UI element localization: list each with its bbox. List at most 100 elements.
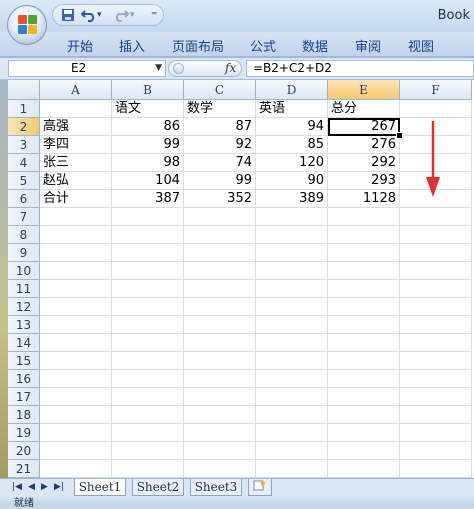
cell-e12[interactable] bbox=[328, 298, 400, 316]
cell-b15[interactable] bbox=[112, 352, 184, 370]
cell-e15[interactable] bbox=[328, 352, 400, 370]
row-header-4[interactable]: 4 bbox=[8, 154, 40, 172]
row-header-10[interactable]: 10 bbox=[8, 262, 40, 280]
cell-b17[interactable] bbox=[112, 388, 184, 406]
tab-review[interactable]: 审阅 bbox=[355, 36, 381, 55]
cell-f14[interactable] bbox=[400, 334, 472, 352]
row-header-7[interactable]: 7 bbox=[8, 208, 40, 226]
cell-e11[interactable] bbox=[328, 280, 400, 298]
cell-e17[interactable] bbox=[328, 388, 400, 406]
cell-b1[interactable]: 语文 bbox=[112, 100, 184, 118]
cell-e14[interactable] bbox=[328, 334, 400, 352]
save-icon[interactable] bbox=[61, 8, 75, 23]
cell-d13[interactable] bbox=[256, 316, 328, 334]
column-header-e[interactable]: E bbox=[328, 80, 400, 100]
cell-c21[interactable] bbox=[184, 460, 256, 478]
cell-b8[interactable] bbox=[112, 226, 184, 244]
cell-b11[interactable] bbox=[112, 280, 184, 298]
cell-a17[interactable] bbox=[40, 388, 112, 406]
cell-e16[interactable] bbox=[328, 370, 400, 388]
cell-e19[interactable] bbox=[328, 424, 400, 442]
cell-e13[interactable] bbox=[328, 316, 400, 334]
cell-f7[interactable] bbox=[400, 208, 472, 226]
cell-d11[interactable] bbox=[256, 280, 328, 298]
row-header-19[interactable]: 19 bbox=[8, 424, 40, 442]
cell-d9[interactable] bbox=[256, 244, 328, 262]
row-header-21[interactable]: 21 bbox=[8, 460, 40, 478]
cell-c1[interactable]: 数学 bbox=[184, 100, 256, 118]
cell-b13[interactable] bbox=[112, 316, 184, 334]
cell-a15[interactable] bbox=[40, 352, 112, 370]
cell-c3[interactable]: 92 bbox=[184, 136, 256, 154]
cell-a16[interactable] bbox=[40, 370, 112, 388]
row-header-13[interactable]: 13 bbox=[8, 316, 40, 334]
cell-a10[interactable] bbox=[40, 262, 112, 280]
cell-b7[interactable] bbox=[112, 208, 184, 226]
cell-c17[interactable] bbox=[184, 388, 256, 406]
cell-d12[interactable] bbox=[256, 298, 328, 316]
column-header-d[interactable]: D bbox=[256, 80, 328, 100]
cell-c15[interactable] bbox=[184, 352, 256, 370]
last-sheet-icon[interactable]: ▶| bbox=[54, 482, 64, 492]
sheet-tab-1[interactable]: Sheet1 bbox=[74, 479, 126, 496]
cell-c4[interactable]: 74 bbox=[184, 154, 256, 172]
tab-insert[interactable]: 插入 bbox=[119, 36, 145, 55]
row-header-12[interactable]: 12 bbox=[8, 298, 40, 316]
insert-function-button[interactable]: fx bbox=[225, 61, 236, 75]
cell-a11[interactable] bbox=[40, 280, 112, 298]
insert-sheet-icon[interactable] bbox=[248, 479, 272, 496]
cell-e1[interactable]: 总分 bbox=[328, 100, 400, 118]
cell-b20[interactable] bbox=[112, 442, 184, 460]
cell-e3[interactable]: 276 bbox=[328, 136, 400, 154]
cell-d5[interactable]: 90 bbox=[256, 172, 328, 190]
cell-f15[interactable] bbox=[400, 352, 472, 370]
cell-f12[interactable] bbox=[400, 298, 472, 316]
first-sheet-icon[interactable]: |◀ bbox=[12, 482, 22, 492]
cell-d8[interactable] bbox=[256, 226, 328, 244]
cell-c19[interactable] bbox=[184, 424, 256, 442]
cell-c16[interactable] bbox=[184, 370, 256, 388]
cell-f9[interactable] bbox=[400, 244, 472, 262]
cell-e8[interactable] bbox=[328, 226, 400, 244]
redo-icon[interactable] bbox=[113, 8, 130, 23]
cell-b2[interactable]: 86 bbox=[112, 118, 184, 136]
cell-a13[interactable] bbox=[40, 316, 112, 334]
sheet-tab-3[interactable]: Sheet3 bbox=[190, 479, 242, 496]
cell-d15[interactable] bbox=[256, 352, 328, 370]
cell-f1[interactable] bbox=[400, 100, 472, 118]
row-header-8[interactable]: 8 bbox=[8, 226, 40, 244]
cell-a7[interactable] bbox=[40, 208, 112, 226]
row-header-15[interactable]: 15 bbox=[8, 352, 40, 370]
row-header-1[interactable]: 1 bbox=[8, 100, 40, 118]
row-header-17[interactable]: 17 bbox=[8, 388, 40, 406]
cell-f20[interactable] bbox=[400, 442, 472, 460]
cell-c12[interactable] bbox=[184, 298, 256, 316]
cell-c8[interactable] bbox=[184, 226, 256, 244]
cell-d10[interactable] bbox=[256, 262, 328, 280]
cell-b9[interactable] bbox=[112, 244, 184, 262]
cell-c11[interactable] bbox=[184, 280, 256, 298]
cell-e4[interactable]: 292 bbox=[328, 154, 400, 172]
cell-f16[interactable] bbox=[400, 370, 472, 388]
cell-e7[interactable] bbox=[328, 208, 400, 226]
cell-b16[interactable] bbox=[112, 370, 184, 388]
cell-a3[interactable]: 李四 bbox=[40, 136, 112, 154]
cell-c6[interactable]: 352 bbox=[184, 190, 256, 208]
cell-c10[interactable] bbox=[184, 262, 256, 280]
cell-c7[interactable] bbox=[184, 208, 256, 226]
tab-page-layout[interactable]: 页面布局 bbox=[172, 36, 224, 55]
row-header-6[interactable]: 6 bbox=[8, 190, 40, 208]
select-all-corner[interactable] bbox=[8, 80, 40, 100]
row-header-3[interactable]: 3 bbox=[8, 136, 40, 154]
cell-a8[interactable] bbox=[40, 226, 112, 244]
row-header-9[interactable]: 9 bbox=[8, 244, 40, 262]
office-button[interactable] bbox=[7, 5, 47, 45]
cell-f13[interactable] bbox=[400, 316, 472, 334]
cell-a21[interactable] bbox=[40, 460, 112, 478]
cell-f21[interactable] bbox=[400, 460, 472, 478]
cell-e20[interactable] bbox=[328, 442, 400, 460]
cell-d18[interactable] bbox=[256, 406, 328, 424]
cell-d14[interactable] bbox=[256, 334, 328, 352]
row-header-18[interactable]: 18 bbox=[8, 406, 40, 424]
cell-e2[interactable]: 267 bbox=[328, 118, 400, 136]
